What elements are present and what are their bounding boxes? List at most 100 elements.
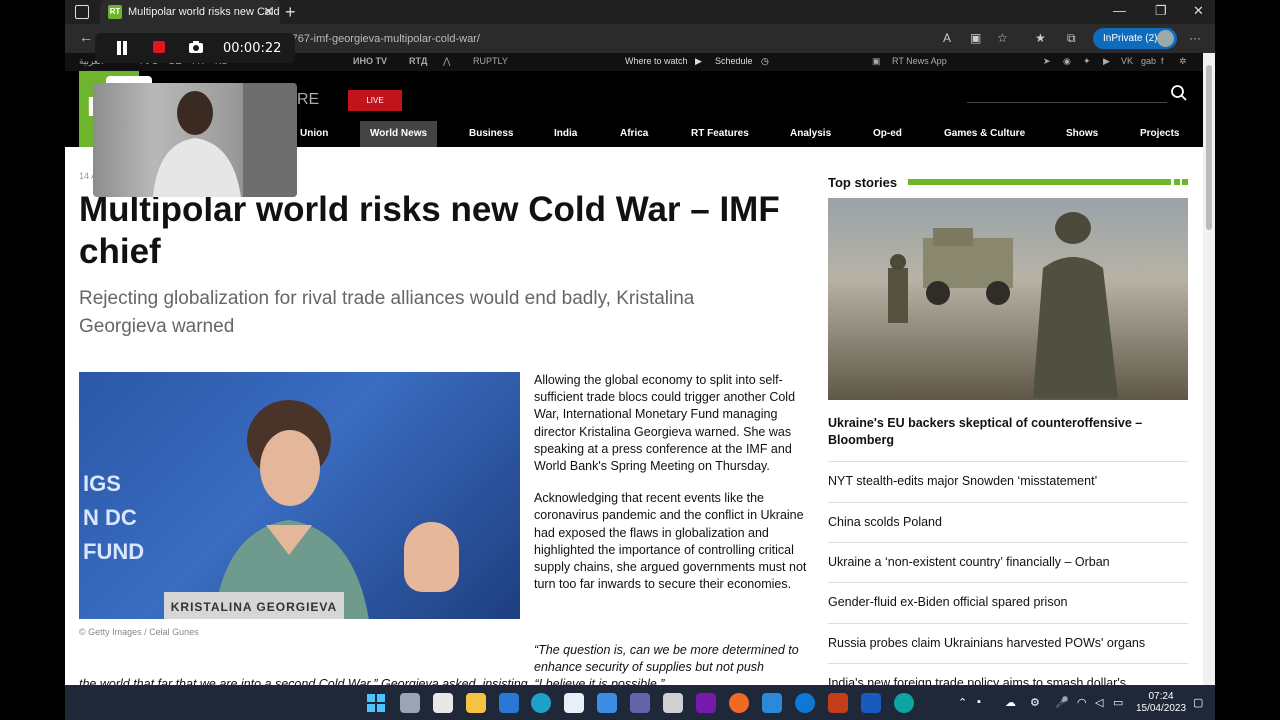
page-scrollbar[interactable]	[1203, 53, 1215, 685]
nav-analysis[interactable]: Analysis	[780, 121, 841, 147]
start-icon[interactable]	[367, 694, 385, 712]
onedrive-icon[interactable]	[795, 693, 815, 713]
schedule-link[interactable]: Schedule	[715, 56, 753, 66]
notepad-icon[interactable]	[762, 693, 782, 713]
word-icon[interactable]	[861, 693, 881, 713]
quote-line-2: the world that far that we are into a se…	[79, 677, 665, 685]
tab-actions-icon[interactable]	[75, 5, 89, 19]
calculator-icon[interactable]	[663, 693, 683, 713]
tray-cloud-icon[interactable]: ☁	[1005, 696, 1016, 709]
camera-icon[interactable]	[188, 40, 204, 54]
youtube-icon[interactable]: ▶	[1103, 56, 1110, 67]
paragraph-1: Allowing the global economy to split int…	[534, 373, 796, 474]
volume-icon[interactable]: ◁	[1095, 696, 1103, 709]
rss-icon[interactable]: ◉	[1063, 56, 1071, 67]
edge-icon[interactable]	[531, 693, 551, 713]
collections-icon[interactable]: ⧉	[1067, 31, 1076, 46]
search-field[interactable]	[967, 102, 1167, 103]
story-item[interactable]: India's new foreign trade policy aims to…	[828, 663, 1188, 685]
file-explorer-icon[interactable]	[466, 693, 486, 713]
favorites-icon[interactable]: ★	[1035, 31, 1046, 45]
onenote-icon[interactable]	[696, 693, 716, 713]
mail-icon[interactable]	[499, 693, 519, 713]
story-item[interactable]: Russia probes claim Ukrainians harvested…	[828, 623, 1188, 663]
stop-icon[interactable]	[153, 41, 165, 53]
address-bar[interactable]: https://swentr.site/.../574767-imf-georg…	[173, 29, 1003, 49]
notifications-icon[interactable]: ▢	[1193, 696, 1203, 709]
nav-projects[interactable]: Projects	[1130, 121, 1189, 147]
nav-op-ed[interactable]: Op-ed	[863, 121, 912, 147]
scrollbar-thumb[interactable]	[1206, 65, 1212, 230]
windows-taskbar: ⌃ ▪ ☁ ⚙ 🎤 ◠ ◁ ▭ 07:24 15/04/2023 ▢	[65, 685, 1215, 720]
nav-business[interactable]: Business	[459, 121, 523, 147]
vk-icon[interactable]: VK	[1121, 56, 1133, 66]
ruptly-link[interactable]: RUPTLY	[473, 56, 508, 66]
tray-app-icon[interactable]: ▪	[977, 696, 981, 708]
teams-icon[interactable]	[630, 693, 650, 713]
top-story-photo[interactable]	[828, 198, 1188, 400]
rtd-link[interactable]: RTД	[409, 56, 427, 66]
battery-icon[interactable]: ▭	[1113, 696, 1123, 709]
tab-active[interactable]: RT Multipolar world risks new Cold W ✕	[100, 0, 280, 24]
nav-shows[interactable]: Shows	[1056, 121, 1108, 147]
top-story-lead[interactable]: Ukraine's EU backers skeptical of counte…	[828, 415, 1183, 449]
story-item[interactable]: Gender-fluid ex-Biden official spared pr…	[828, 582, 1188, 622]
read-aloud-icon[interactable]: A	[943, 31, 951, 45]
webcam-overlay	[93, 83, 297, 197]
story-item[interactable]: NYT stealth-edits major Snowden ‘misstat…	[828, 461, 1188, 501]
wifi-icon[interactable]: ◠	[1077, 696, 1087, 709]
ino-tv-link[interactable]: ИНО TV	[353, 56, 387, 66]
top-stories-title: Top stories	[828, 175, 898, 190]
tray-settings-icon[interactable]: ⚙	[1030, 696, 1040, 709]
pause-icon[interactable]	[115, 41, 129, 55]
ruptly-logo-icon: ⋀	[443, 56, 451, 66]
new-tab-icon[interactable]: +	[285, 1, 296, 23]
imf-backdrop-text: IGS N DC FUND	[83, 471, 145, 564]
tray-chevron-icon[interactable]: ⌃	[958, 696, 967, 709]
top-stories-dot	[1174, 179, 1180, 185]
nav-world-news[interactable]: World News	[360, 121, 438, 147]
facebook-icon[interactable]: f	[1161, 56, 1164, 66]
search-taskbar-icon[interactable]	[433, 693, 453, 713]
tray-mic-icon[interactable]: 🎤	[1055, 696, 1069, 709]
clock-date: 15/04/2023	[1135, 703, 1187, 714]
back-icon[interactable]: ←	[79, 29, 93, 45]
where-to-watch-link[interactable]: Where to watch	[625, 56, 688, 66]
podium-nameplate: KRISTALINA GEORGIEVA	[164, 592, 344, 619]
nav-rt-features[interactable]: RT Features	[681, 121, 759, 147]
story-item[interactable]: China scolds Poland	[828, 502, 1188, 542]
close-tab-icon[interactable]: ✕	[263, 0, 274, 24]
favorite-add-icon[interactable]: ☆	[997, 31, 1008, 45]
play-icon: ▶	[695, 56, 702, 66]
search-icon[interactable]	[1170, 84, 1188, 102]
minimize-icon[interactable]: —	[1113, 3, 1126, 18]
clock[interactable]: 07:24 15/04/2023	[1133, 691, 1189, 715]
article-photo[interactable]: IGS N DC FUND KRISTALINA GEORGIEVA	[79, 372, 520, 619]
story-item[interactable]: Ukraine a ‘non-existent country’ financi…	[828, 542, 1188, 582]
nav-india[interactable]: India	[544, 121, 587, 147]
task-view-icon[interactable]	[400, 693, 420, 713]
news-app-link[interactable]: RT News App	[892, 56, 947, 66]
rt-favicon-icon: RT	[108, 5, 122, 19]
nav-africa[interactable]: Africa	[610, 121, 658, 147]
twitter-icon[interactable]: ✦	[1083, 56, 1091, 67]
clock-icon: ◷	[761, 56, 769, 66]
immersive-reader-icon[interactable]: ▣	[970, 31, 981, 45]
nav-games-culture[interactable]: Games & Culture	[934, 121, 1035, 147]
clock-time: 07:24	[1148, 691, 1174, 702]
app-icon[interactable]	[564, 693, 584, 713]
close-window-icon[interactable]: ✕	[1193, 3, 1204, 19]
screen: RT Multipolar world risks new Cold W ✕ +…	[0, 0, 1280, 720]
edge-beta-icon[interactable]	[894, 693, 914, 713]
store-icon[interactable]	[597, 693, 617, 713]
live-button[interactable]: LIVE	[348, 90, 402, 111]
more-icon[interactable]: ···	[1189, 31, 1201, 45]
gab-icon[interactable]: gab	[1141, 56, 1156, 66]
odnoklassniki-icon[interactable]: ✲	[1179, 56, 1187, 67]
media-player-icon[interactable]	[729, 693, 749, 713]
restore-icon[interactable]: ❐	[1155, 3, 1167, 19]
inprivate-button[interactable]: InPrivate (2)	[1093, 28, 1177, 49]
nav-union[interactable]: Union	[290, 121, 338, 147]
powerpoint-icon[interactable]	[828, 693, 848, 713]
telegram-icon[interactable]: ➤	[1043, 56, 1051, 67]
